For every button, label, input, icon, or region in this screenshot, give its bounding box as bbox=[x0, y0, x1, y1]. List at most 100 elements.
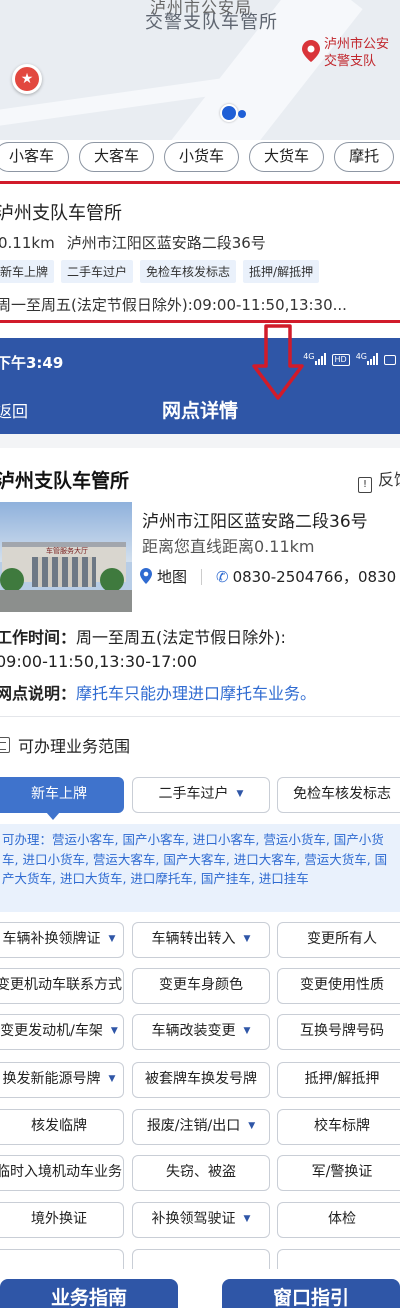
favorite-pin-icon[interactable]: ★ bbox=[12, 64, 42, 94]
chip-vehicle-type[interactable]: 大客车 bbox=[79, 142, 155, 172]
service-item-partial[interactable] bbox=[0, 1249, 124, 1269]
map-poi-label-right: 泸州市公安 交警支队 bbox=[324, 36, 400, 70]
service-exempt-sticker[interactable]: 免检车核发标志 bbox=[277, 777, 400, 813]
service-item[interactable]: 变更车身颜色 bbox=[132, 968, 270, 1004]
down-arrow-icon bbox=[252, 324, 304, 400]
caret-down-icon: ▼ bbox=[243, 1214, 251, 1224]
map-link-label: 地图 bbox=[157, 568, 188, 586]
station-photo[interactable]: 车管服务大厅 bbox=[0, 502, 132, 612]
feedback-button[interactable]: ! 反馈 bbox=[358, 466, 400, 493]
map-pin-icon bbox=[140, 568, 152, 584]
photo-tree bbox=[100, 568, 124, 592]
service-label: 报废/注销/出口 bbox=[146, 1118, 241, 1134]
station-note-label: 网点说明： bbox=[0, 684, 77, 703]
service-label: 抵押/解抵押 bbox=[304, 1071, 380, 1087]
map-link[interactable]: 地图 bbox=[140, 566, 187, 587]
preview-station-title[interactable]: 泸州支队车管所 bbox=[0, 199, 122, 225]
service-label: 境外换证 bbox=[31, 1211, 87, 1227]
status-icons: 4G HD 4G bbox=[303, 352, 396, 368]
preview-tag: 抵押/解抵押 bbox=[243, 260, 320, 283]
service-item[interactable]: 互换号牌号码 bbox=[277, 1014, 400, 1050]
highlight-border-bottom bbox=[0, 320, 400, 323]
service-item[interactable]: 军/警换证 bbox=[277, 1155, 400, 1191]
preview-tag: 二手车过户 bbox=[61, 260, 134, 283]
service-item[interactable]: 校车标牌 bbox=[277, 1109, 400, 1145]
service-item[interactable]: 失窃、被盗 bbox=[132, 1155, 270, 1191]
preview-hours: 周一至周五(法定节假日除外):09:00-11:50,13:30... bbox=[0, 296, 347, 314]
vehicle-type-filter: 小客车 大客车 小货车 大货车 摩托 bbox=[0, 142, 395, 172]
service-item[interactable]: 换发新能源号牌 ▼ bbox=[0, 1062, 124, 1098]
work-hours-label: 工作时间： bbox=[0, 628, 77, 647]
chip-vehicle-type[interactable]: 小货车 bbox=[164, 142, 240, 172]
service-item[interactable]: 抵押/解抵押 bbox=[277, 1062, 400, 1098]
chip-vehicle-type[interactable]: 摩托 bbox=[334, 142, 395, 172]
signal-icon: 4G bbox=[356, 352, 378, 368]
service-label: 军/警换证 bbox=[311, 1164, 373, 1180]
battery-icon bbox=[384, 355, 396, 365]
preview-tags: 新车上牌 二手车过户 免检车核发标志 抵押/解抵押 bbox=[0, 260, 320, 283]
station-note-value: 摩托车只能办理进口摩托车业务。 bbox=[76, 684, 317, 703]
location-pin-icon[interactable] bbox=[302, 40, 320, 62]
network-type: 4G bbox=[355, 352, 367, 361]
chip-vehicle-type[interactable]: 大货车 bbox=[249, 142, 325, 172]
station-actions: 地图 ✆ 0830-2504766，0830 bbox=[140, 566, 396, 587]
section-gap bbox=[0, 434, 400, 448]
service-item[interactable]: 车辆转出转入 ▼ bbox=[132, 922, 270, 958]
chip-vehicle-type[interactable]: 小客车 bbox=[0, 142, 70, 172]
service-label: 互换号牌号码 bbox=[300, 1023, 384, 1039]
app-header: 下午3:49 4G HD 4G 返回 网点详情 bbox=[0, 338, 400, 434]
service-item[interactable]: 临时入境机动车业务 bbox=[0, 1155, 124, 1191]
phone-number: 0830-2504766，0830 bbox=[232, 568, 397, 586]
station-note: 网点说明：摩托车只能办理进口摩托车业务。 bbox=[0, 680, 316, 704]
preview-address: 泸州市江阳区蓝安路二段36号 bbox=[66, 234, 266, 252]
station-distance: 距离您直线距离0.11km bbox=[142, 537, 315, 556]
active-pointer bbox=[46, 812, 60, 820]
photo-ground bbox=[0, 590, 132, 612]
service-item[interactable]: 变更发动机/车架 ▼ bbox=[0, 1014, 124, 1050]
service-label: 换发新能源号牌 bbox=[2, 1071, 101, 1087]
service-item-partial[interactable] bbox=[132, 1249, 270, 1269]
caret-down-icon: ▼ bbox=[243, 1026, 251, 1036]
service-item[interactable]: 被套牌车换发号牌 bbox=[132, 1062, 270, 1098]
map-view[interactable]: 泸州市公安局 交警支队车管所 ★ 泸州市公安 交警支队 bbox=[0, 0, 400, 140]
page-title: 网点详情 bbox=[161, 400, 238, 422]
service-item[interactable]: 车辆改装变更 ▼ bbox=[132, 1014, 270, 1050]
business-guide-button[interactable]: 业务指南 bbox=[0, 1279, 178, 1308]
phone-icon: ✆ bbox=[216, 568, 229, 586]
work-hours-value: 周一至周五(法定节假日除外): bbox=[76, 628, 286, 647]
service-used-transfer[interactable]: 二手车过户 ▼ bbox=[132, 777, 270, 813]
service-item[interactable]: 补换领驾驶证 ▼ bbox=[132, 1202, 270, 1238]
feedback-icon: ! bbox=[358, 477, 372, 493]
service-label: 补换领驾驶证 bbox=[151, 1211, 236, 1227]
service-item-partial[interactable] bbox=[277, 1249, 400, 1269]
service-label: 免检车核发标志 bbox=[293, 786, 391, 802]
service-label: 变更车身颜色 bbox=[159, 977, 243, 993]
service-label: 校车标牌 bbox=[314, 1118, 370, 1134]
caret-down-icon: ▼ bbox=[110, 1026, 118, 1036]
service-item[interactable]: 核发临牌 bbox=[0, 1109, 124, 1145]
service-new-registration[interactable]: 新车上牌 bbox=[0, 777, 124, 813]
station-title: 泸州支队车管所 bbox=[0, 470, 130, 492]
service-item[interactable]: 境外换证 bbox=[0, 1202, 124, 1238]
service-item[interactable]: 变更所有人 bbox=[277, 922, 400, 958]
service-item[interactable]: 车辆补换领牌证 ▼ bbox=[0, 922, 124, 958]
service-scope-detail: 可办理：营运小客车, 国产小客车, 进口小客车, 营运小货车, 国产小货车, 进… bbox=[0, 824, 400, 912]
service-item[interactable]: 报废/注销/出口 ▼ bbox=[132, 1109, 270, 1145]
caret-down-icon: ▼ bbox=[248, 1121, 256, 1131]
service-label: 核发临牌 bbox=[31, 1118, 87, 1134]
map-poi-label: 交警支队车管所 bbox=[145, 12, 278, 33]
work-hours: 工作时间：周一至周五(法定节假日除外): 09:00-11:50,13:30-1… bbox=[0, 626, 286, 674]
caret-down-icon: ▼ bbox=[108, 934, 116, 944]
service-label: 临时入境机动车业务 bbox=[0, 1164, 122, 1180]
window-guide-button[interactable]: 窗口指引 bbox=[222, 1279, 400, 1308]
current-location-icon bbox=[220, 104, 246, 122]
service-label: 车辆补换领牌证 bbox=[2, 931, 101, 947]
phone-link[interactable]: ✆ 0830-2504766，0830 bbox=[216, 566, 396, 587]
service-label: 被套牌车换发号牌 bbox=[145, 1071, 257, 1087]
section-divider bbox=[0, 716, 400, 717]
service-item[interactable]: 体检 bbox=[277, 1202, 400, 1238]
feedback-label: 反馈 bbox=[378, 470, 400, 489]
service-label: 变更使用性质 bbox=[300, 977, 384, 993]
service-item[interactable]: 变更使用性质 bbox=[277, 968, 400, 1004]
service-item[interactable]: 变更机动车联系方式 bbox=[0, 968, 124, 1004]
